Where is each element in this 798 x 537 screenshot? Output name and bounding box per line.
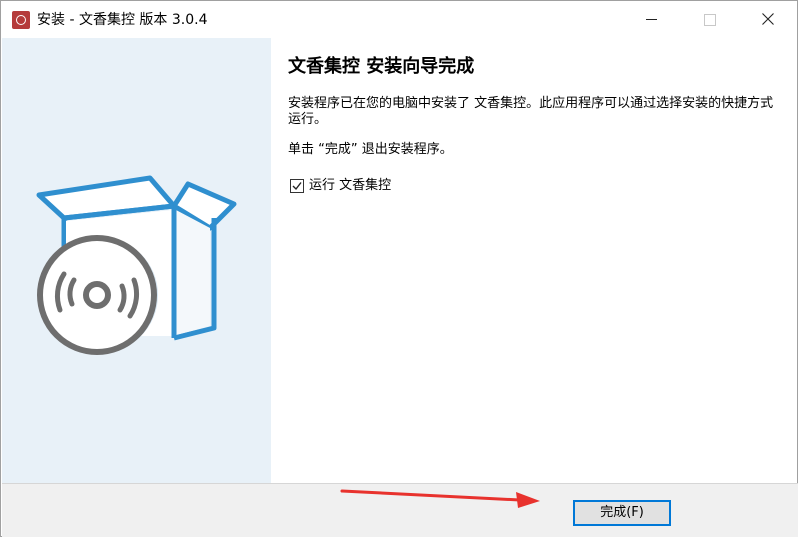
annotation-arrow-icon — [340, 489, 540, 508]
